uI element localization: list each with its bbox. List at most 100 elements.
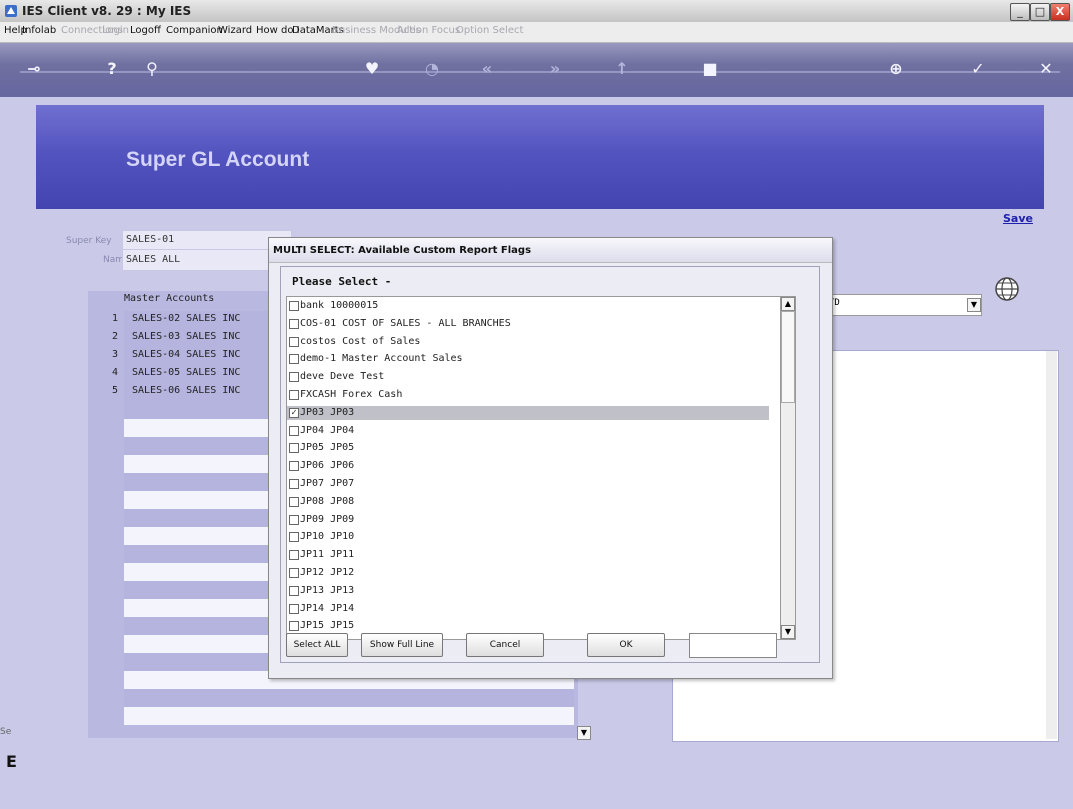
chevron-down-icon[interactable]: ▼ bbox=[967, 298, 981, 312]
flag-list-scrollbar[interactable]: ▲ ▼ bbox=[780, 296, 796, 640]
master-account-row[interactable]: SALES-06 SALES INC bbox=[132, 385, 280, 403]
help-icon[interactable]: ? bbox=[100, 59, 124, 81]
checkbox-checked[interactable]: ✓ bbox=[289, 407, 299, 418]
stop-icon[interactable]: ■ bbox=[698, 59, 722, 81]
right-scrollbar[interactable] bbox=[1046, 351, 1057, 739]
checkbox[interactable] bbox=[289, 390, 299, 400]
flag-list-item[interactable]: demo-1 Master Account Sales bbox=[287, 352, 769, 366]
bookmark-icon[interactable]: ↑ bbox=[610, 59, 634, 81]
heart-icon[interactable]: ♥ bbox=[360, 59, 384, 81]
flag-list-item[interactable]: deve Deve Test bbox=[287, 370, 769, 384]
flag-list-item-label: demo-1 Master Account Sales bbox=[300, 353, 463, 365]
flag-list-item-label: JP13 JP13 bbox=[300, 584, 355, 596]
flag-list-item-label: COS-01 COST OF SALES - ALL BRANCHES bbox=[300, 317, 511, 329]
flag-list-item-label: bank 10000015 bbox=[300, 300, 379, 311]
flag-list-item[interactable]: JP04 JP04 bbox=[287, 424, 769, 438]
scroll-thumb[interactable] bbox=[781, 311, 795, 403]
scroll-up-button[interactable]: ▲ bbox=[781, 297, 795, 311]
checkbox[interactable] bbox=[289, 621, 299, 632]
checkbox[interactable] bbox=[289, 603, 299, 614]
master-row-number: 3 bbox=[112, 349, 119, 360]
master-row-number: 4 bbox=[112, 367, 119, 378]
menu-wizard[interactable]: Wizard bbox=[218, 25, 252, 36]
flag-list-item[interactable]: JP13 JP13 bbox=[287, 584, 769, 598]
checkbox[interactable] bbox=[289, 443, 299, 454]
page-title: Super GL Account bbox=[126, 148, 310, 171]
checkbox[interactable] bbox=[289, 496, 299, 507]
ok-button[interactable]: OK bbox=[587, 633, 665, 657]
close-icon[interactable]: ✕ bbox=[1034, 59, 1058, 81]
checkbox[interactable] bbox=[289, 461, 299, 472]
master-row-number: 2 bbox=[112, 331, 119, 342]
master-account-row[interactable]: SALES-03 SALES INC bbox=[132, 331, 280, 349]
select-all-button[interactable]: Select ALL bbox=[286, 633, 348, 657]
checkbox[interactable] bbox=[289, 336, 299, 347]
flag-list-item-label: JP03 JP03 bbox=[300, 406, 355, 418]
checkbox[interactable] bbox=[289, 568, 299, 578]
flag-list-item[interactable]: JP11 JP11 bbox=[287, 548, 769, 562]
master-scroll-down[interactable]: ▼ bbox=[577, 726, 591, 740]
checkbox[interactable] bbox=[289, 425, 299, 436]
checkbox[interactable] bbox=[289, 514, 299, 525]
menu-infolab[interactable]: Infolab bbox=[22, 25, 56, 36]
checkbox[interactable] bbox=[289, 372, 299, 383]
checkbox[interactable] bbox=[289, 532, 299, 543]
checkbox[interactable] bbox=[289, 354, 299, 365]
cancel-button[interactable]: Cancel bbox=[466, 633, 544, 657]
scroll-down-button[interactable]: ▼ bbox=[781, 625, 795, 639]
flag-list-item[interactable]: JP08 JP08 bbox=[287, 495, 769, 509]
flag-list-item[interactable]: JP05 JP05 bbox=[287, 441, 769, 455]
super-key-value: SALES-01 bbox=[126, 234, 175, 245]
close-window-button[interactable]: X bbox=[1050, 3, 1070, 21]
flag-list-item[interactable]: JP15 JP15 bbox=[287, 619, 769, 633]
right-dropdown[interactable]: TD ▼ bbox=[826, 294, 982, 316]
check-icon[interactable]: ✓ bbox=[966, 59, 990, 81]
checkbox[interactable] bbox=[289, 318, 299, 329]
flag-list-item[interactable]: FXCASH Forex Cash bbox=[287, 388, 769, 402]
dialog-title: MULTI SELECT: Available Custom Report Fl… bbox=[273, 245, 532, 256]
save-link[interactable]: Save bbox=[1003, 212, 1033, 225]
flag-list-item[interactable]: JP07 JP07 bbox=[287, 477, 769, 491]
multi-select-dialog: MULTI SELECT: Available Custom Report Fl… bbox=[268, 237, 833, 679]
flag-list-item[interactable]: JP06 JP06 bbox=[287, 459, 769, 473]
menu-logoff[interactable]: Logoff bbox=[130, 25, 161, 36]
menu-option-select: Option Select bbox=[456, 25, 524, 36]
flag-list-item[interactable]: ✓ JP03 JP03 bbox=[287, 405, 769, 420]
dialog-prompt: Please Select - bbox=[292, 275, 392, 288]
rewind-icon[interactable]: « bbox=[475, 59, 499, 81]
flag-list-item[interactable]: bank 10000015 bbox=[287, 299, 769, 313]
flag-list-item[interactable]: JP10 JP10 bbox=[287, 530, 769, 544]
flag-list-item[interactable]: JP09 JP09 bbox=[287, 513, 769, 527]
clock-icon[interactable]: ◔ bbox=[420, 59, 444, 81]
flag-list-item-label: JP05 JP05 bbox=[300, 442, 355, 454]
window-title: IES Client v8. 29 : My IES bbox=[22, 4, 192, 18]
name-field[interactable]: SALES ALL bbox=[122, 249, 292, 271]
dialog-titlebar: MULTI SELECT: Available Custom Report Fl… bbox=[269, 238, 832, 263]
minimize-button[interactable]: _ bbox=[1010, 3, 1030, 21]
search-icon[interactable]: ⚲ bbox=[140, 59, 164, 81]
maximize-button[interactable]: □ bbox=[1030, 3, 1050, 21]
name-value: SALES ALL bbox=[126, 254, 181, 265]
checkbox[interactable] bbox=[289, 550, 299, 561]
globe-icon[interactable] bbox=[992, 274, 1022, 304]
checkbox[interactable] bbox=[289, 301, 299, 311]
super-key-field[interactable]: SALES-01 bbox=[122, 230, 292, 250]
flag-list-item[interactable]: costos Cost of Sales bbox=[287, 335, 769, 349]
show-full-line-button[interactable]: Show Full Line bbox=[361, 633, 443, 657]
flag-list: bank 10000015 COS-01 COST OF SALES - ALL … bbox=[286, 296, 782, 640]
flag-list-item[interactable]: JP12 JP12 bbox=[287, 566, 769, 580]
menu-companion[interactable]: Companion bbox=[166, 25, 223, 36]
master-account-row[interactable]: SALES-05 SALES INC bbox=[132, 367, 280, 385]
key-icon[interactable]: ⊸ bbox=[22, 59, 46, 81]
checkbox[interactable] bbox=[289, 585, 299, 596]
master-account-row[interactable]: SALES-04 SALES INC bbox=[132, 349, 280, 367]
flag-list-item[interactable]: COS-01 COST OF SALES - ALL BRANCHES bbox=[287, 317, 769, 331]
forward-icon[interactable]: » bbox=[543, 59, 567, 81]
master-account-row[interactable]: SALES-02 SALES INC bbox=[132, 313, 280, 331]
add-icon[interactable]: ⊕ bbox=[884, 59, 908, 81]
flag-list-item[interactable]: JP14 JP14 bbox=[287, 602, 769, 616]
flag-list-item-label: JP06 JP06 bbox=[300, 460, 355, 472]
checkbox[interactable] bbox=[289, 479, 299, 489]
dialog-text-input[interactable] bbox=[689, 633, 777, 658]
flag-list-item-label: deve Deve Test bbox=[300, 371, 385, 383]
